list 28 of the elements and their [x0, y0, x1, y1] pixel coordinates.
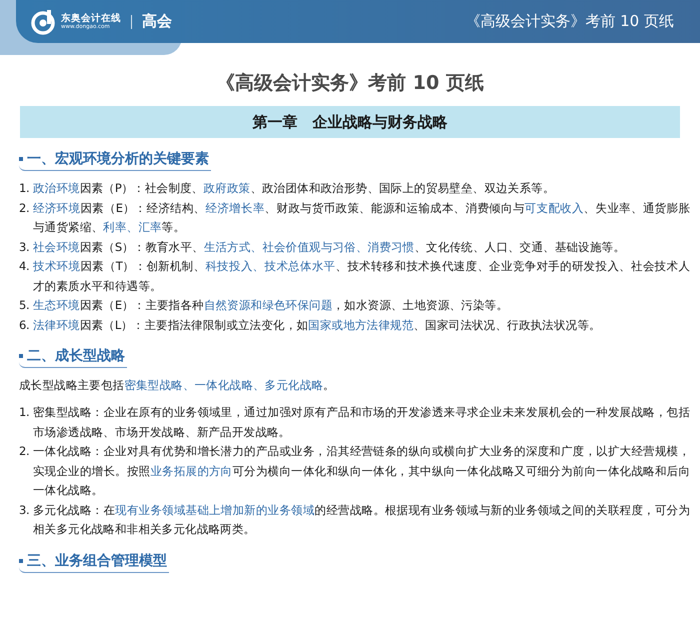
item-number: 2.	[19, 443, 30, 460]
item-number: 1.	[19, 404, 30, 421]
item-number: 1.	[19, 180, 30, 197]
chapter-banner: 第一章 企业战略与财务战略	[20, 106, 680, 138]
item-text: 社会环境因素（S）：教育水平、生活方式、社会价值观与习俗、消费习惯、文化传统、人口、交通、基础设施等。	[33, 238, 626, 256]
item-number: 3.	[19, 238, 30, 256]
item-number: 2.	[19, 200, 30, 216]
item-text: 政治环境因素（P）：社会制度、政府政策、政治团体和政治形势、国际上的贸易壁垒、双边关系等。	[33, 180, 556, 197]
item-text: 生态环境因素（E）：主要指各种 自然资源和绿色环保问题，如水资源、土地资源、污染等。	[33, 297, 509, 314]
logo-icon	[30, 8, 56, 34]
section-heading: 一、宏观环境分析的关键要素	[19, 150, 211, 171]
document-title: 《高级会计实务》考前 10 页纸	[465, 12, 674, 31]
item-number: 6.	[19, 316, 30, 334]
item-number: 4.	[19, 258, 30, 275]
logo-name: 东奥会计在线	[61, 12, 121, 24]
item-text: 一体化战略：企业对具有优势和增长潜力的产品或业务，沿其经营链条的纵向或横向扩大业务的深度和广度，以扩大经营规模，实现企业的增长。按照业务拓展的方向可分为横向一体化和纵向一体化，其中纵向一体化战略又可细分为前向一体化战略和后向一体化战略。	[33, 443, 690, 499]
section-heading: 二、成长型战略	[19, 347, 127, 368]
section-heading: 三、业务组合管理模型	[19, 552, 169, 572]
item-text: 密集型战略：企业在原有的业务领域里，通过加强对原有产品和市场的开发渗透来寻求企业未来发展机会的一种发展战略，包括市场渗透战略、市场开发战略、新产品开发战略。	[33, 404, 690, 440]
item-number: 3.	[19, 502, 30, 518]
item-text: 法律环境因素（L）：主要指法律限制或立法变化，如国家或地方法律规范、国家司法状况、行政执法状况等。	[33, 316, 602, 334]
item-text: 多元化战略：在现有业务领域基础上增加新的业务领域的经营战略。根据现有业务领域与新的业务领域之间的关联程度，可分为相关多元化战略和非相关多元化战略两类。	[33, 502, 690, 538]
item-text: 技术环境因素（T）：创新机制、科技投入、技术总体水平、技术转移和技术换代速度、企业竞争对手的研发投入、社会技术人才的素质水平和待遇等。	[33, 258, 690, 294]
category-label: 高会	[142, 12, 172, 31]
item-number: 5.	[19, 297, 30, 314]
section-intro: 成长型战略主要包括密集型战略、一体化战略、多元化战略。	[19, 377, 336, 394]
item-text: 经济环境因素（E）：经济结构、经济增长率、财政与货币政策、能源和运输成本、消费倾向与可支配收入、失业率、通货膨胀与通货紧缩、利率、汇率等。	[33, 200, 690, 236]
page-title: 《高级会计实务》考前 10 页纸	[215, 71, 485, 96]
